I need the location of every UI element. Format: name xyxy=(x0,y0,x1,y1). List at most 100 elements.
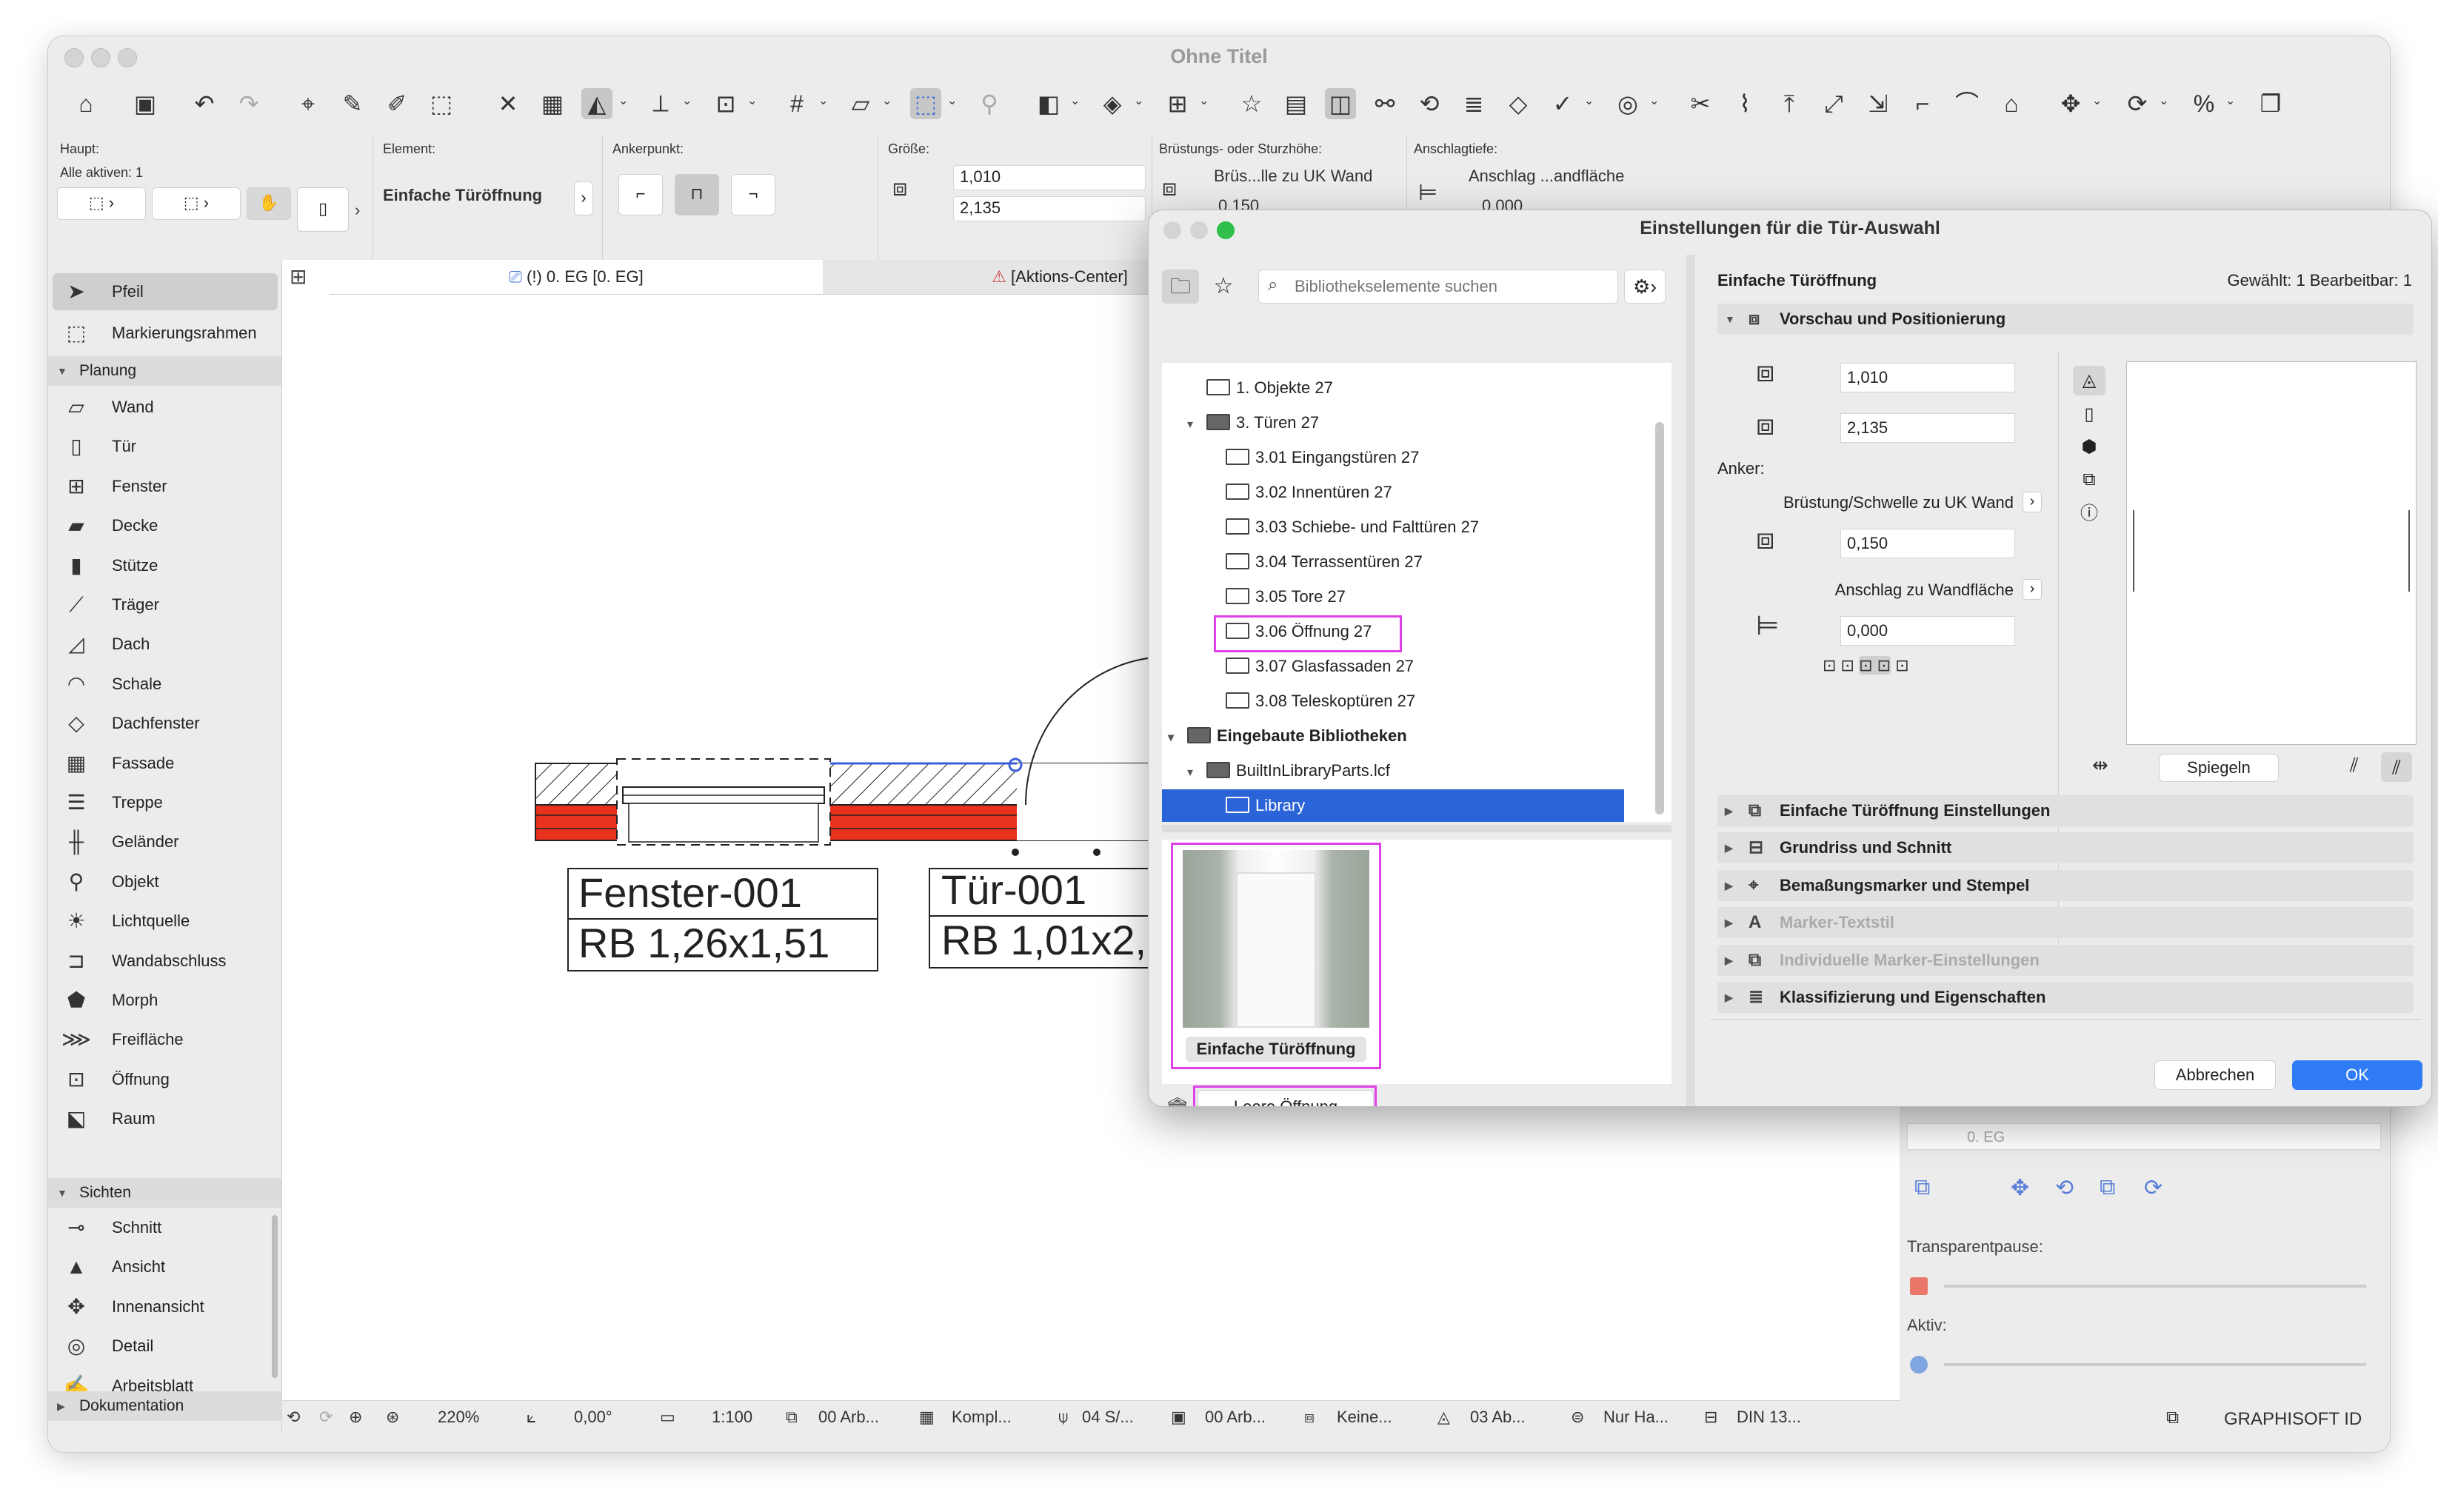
tree-item[interactable]: ▾ 3. Türen 27 xyxy=(1162,407,1624,439)
model-view[interactable]: 04 S/... xyxy=(1082,1401,1134,1434)
editing-plane-icon[interactable]: ▱ xyxy=(845,88,876,119)
trace-icon[interactable]: ✕ xyxy=(492,88,524,119)
zoom-value[interactable]: 220% xyxy=(438,1401,479,1434)
story-field[interactable]: 0. EG xyxy=(1907,1123,2381,1150)
chevron-down-icon[interactable]: ⌄ xyxy=(1070,96,1080,107)
refresh-icon[interactable]: ⟳ xyxy=(2144,1175,2163,1201)
chevron-down-icon[interactable]: ⌄ xyxy=(882,96,892,107)
fit-window-icon[interactable]: ⊛ xyxy=(386,1401,399,1434)
chevron-right-icon[interactable]: › xyxy=(355,201,360,220)
3d-window-icon[interactable]: ▤ xyxy=(1280,88,1312,119)
layer-icon[interactable]: ◧ xyxy=(1033,88,1064,119)
tab-floor-plan[interactable]: ⎚ (!) 0. EG [0. EG] xyxy=(330,260,823,294)
snap-guides-icon[interactable]: ⟂ xyxy=(645,88,676,119)
tool-fassade[interactable]: ▦ Fassade xyxy=(53,745,278,782)
offset-icon[interactable]: ⌐ xyxy=(1907,88,1938,119)
cancel-button[interactable]: Abbrechen xyxy=(2154,1060,2276,1090)
tool-markierungsrahmen[interactable]: ⬚ Markierungsrahmen xyxy=(53,315,278,352)
tool-objekt[interactable]: ⚲ Objekt xyxy=(53,863,278,900)
group-sichten[interactable]: ▼ Sichten xyxy=(48,1178,281,1208)
3d-cube-icon[interactable]: ⬢ xyxy=(2073,432,2105,462)
tool-innenansicht[interactable]: ✥ Innenansicht xyxy=(53,1288,278,1325)
chevron-down-icon[interactable]: ⌄ xyxy=(1199,96,1209,107)
section-header[interactable]: ▶ ⌖ Bemaßungsmarker und Stempel xyxy=(1717,869,2414,901)
tool-freifläche[interactable]: ⋙ Freifläche xyxy=(53,1021,278,1058)
color-swatch[interactable] xyxy=(1910,1277,1928,1295)
chevron-down-icon[interactable]: ⌄ xyxy=(1584,96,1594,107)
floor-plan-icon[interactable]: ◫ xyxy=(1325,88,1356,119)
dialog-mirror-button[interactable]: Spiegeln xyxy=(2159,754,2279,782)
tool-dach[interactable]: ◿ Dach xyxy=(53,626,278,663)
tool-dachfenster[interactable]: ◇ Dachfenster xyxy=(53,705,278,742)
chevron-down-icon[interactable]: ⌄ xyxy=(747,96,757,107)
favorites-star-icon[interactable]: ☆ xyxy=(1206,270,1240,304)
tool-pfeil[interactable]: ➤ Pfeil xyxy=(53,273,278,310)
fill-icon[interactable]: ◈ xyxy=(1097,88,1128,119)
grouping-icon[interactable]: ⊞ xyxy=(1162,88,1193,119)
dialog-width-field[interactable]: 1,010 xyxy=(1840,363,2015,392)
group-dokumentation[interactable]: ▶ Dokumentation xyxy=(48,1391,281,1421)
floor-plan-preview-icon[interactable]: ◬ xyxy=(2073,366,2105,395)
layer-combination[interactable]: 00 Arb... xyxy=(818,1401,879,1434)
angle-value[interactable]: 0,00° xyxy=(574,1401,612,1434)
chevron-down-icon[interactable]: ⌄ xyxy=(1649,96,1659,107)
dialog-splitter[interactable] xyxy=(1686,255,1695,1106)
preview-window[interactable] xyxy=(2126,361,2417,745)
tree-item[interactable]: ▾ Eingebaute Bibliotheken xyxy=(1162,720,1624,752)
door-icon[interactable]: ▯ xyxy=(297,187,349,232)
tree-item[interactable]: 3.08 Teleskoptüren 27 xyxy=(1162,685,1624,717)
sill-reference[interactable]: Brüs...lle zu UK Wand xyxy=(1214,167,1372,186)
tree-item[interactable]: 3.03 Schiebe- und Falttüren 27 xyxy=(1162,511,1624,543)
copy-icon[interactable]: ⧉ xyxy=(2100,1175,2115,1200)
tool-treppe[interactable]: ☰ Treppe xyxy=(53,784,278,821)
tool-geländer[interactable]: ╫ Geländer xyxy=(53,823,278,860)
section-header[interactable]: ▶ A Marker-Textstil xyxy=(1717,907,2414,939)
section-header[interactable]: ▶ ⧉ Einfache Türöffnung Einstellungen xyxy=(1717,795,2414,826)
snap-points-icon[interactable]: ⊡ xyxy=(710,88,741,119)
tree-item[interactable]: 3.07 Glasfassaden 27 xyxy=(1162,650,1624,683)
layer-select-button[interactable]: ⬚ › xyxy=(57,187,146,220)
move-icon[interactable]: ✥ xyxy=(2055,88,2086,119)
tree-scrollbar[interactable] xyxy=(1655,422,1664,814)
tool-stütze[interactable]: ▮ Stütze xyxy=(53,547,278,584)
undo-icon[interactable]: ↶ xyxy=(189,88,220,119)
tree-item[interactable]: 3.02 Innentüren 27 xyxy=(1162,476,1624,509)
publish-icon[interactable]: ⟲ xyxy=(1414,88,1445,119)
navigator-icon[interactable]: ⊞ xyxy=(290,264,322,290)
rotate-icon[interactable]: ⟳ xyxy=(2122,88,2153,119)
tree-item[interactable]: 1. Objekte 27 xyxy=(1162,372,1624,404)
mirror-left-icon[interactable]: ⫽ xyxy=(2350,754,2359,777)
tool-morph[interactable]: ⬟ Morph xyxy=(53,982,278,1019)
rotate-icon[interactable]: ⟲ xyxy=(2055,1175,2074,1201)
dimension-standard[interactable]: DIN 13... xyxy=(1737,1401,1801,1434)
info-icon[interactable]: ⓘ xyxy=(2073,499,2105,529)
redo-icon[interactable]: ↷ xyxy=(233,88,264,119)
tool-schale[interactable]: ◠ Schale xyxy=(53,666,278,703)
section-header[interactable]: ▶ ⧉ Individuelle Marker-Einstellungen xyxy=(1717,944,2414,976)
save-icon[interactable]: ▣ xyxy=(130,88,161,119)
disclosure-open-icon[interactable]: ▾ xyxy=(1168,722,1187,755)
tree-item[interactable]: Library xyxy=(1162,789,1624,822)
selection-icon[interactable]: ⬚ xyxy=(910,88,941,119)
chevron-down-icon[interactable]: ⌄ xyxy=(618,96,628,107)
percent-icon[interactable]: % xyxy=(2188,88,2220,119)
tree-item[interactable]: ▾ BuiltInLibraryParts.lcf xyxy=(1162,755,1624,787)
schedule-icon[interactable]: ≣ xyxy=(1458,88,1489,119)
anchor-left-icon[interactable]: ⌐ xyxy=(618,174,663,215)
renovation-icon[interactable]: ◎ xyxy=(1612,88,1643,119)
library-search-field[interactable]: ⌕ xyxy=(1258,270,1618,304)
section-header[interactable]: ▶ ⊟ Grundriss und Schnitt xyxy=(1717,832,2414,864)
chevron-down-icon[interactable]: ⌄ xyxy=(682,96,692,107)
move-icon[interactable]: ✥ xyxy=(2011,1175,2029,1201)
tree-item[interactable]: 3.04 Terrassentüren 27 xyxy=(1162,546,1624,578)
tree-item[interactable]: 3.01 Eingangstüren 27 xyxy=(1162,441,1624,474)
active-slider[interactable] xyxy=(1944,1363,2366,1366)
folder-view-icon[interactable]: 🗀 xyxy=(1162,270,1199,304)
mirror-right-icon[interactable]: ⫽ xyxy=(2381,752,2412,782)
height-field[interactable]: 2,135 xyxy=(953,196,1146,221)
dialog-sill-field[interactable]: 0,150 xyxy=(1840,529,2015,558)
chevron-down-icon[interactable]: ⌄ xyxy=(818,96,828,107)
zoom-in-icon[interactable]: ⊕ xyxy=(349,1401,362,1434)
toolbox-scrollbar[interactable] xyxy=(272,1215,278,1378)
reveal-type-icons[interactable]: ⊡ ⊡ ⊡ ⊡ ⊡ xyxy=(1823,656,1909,675)
